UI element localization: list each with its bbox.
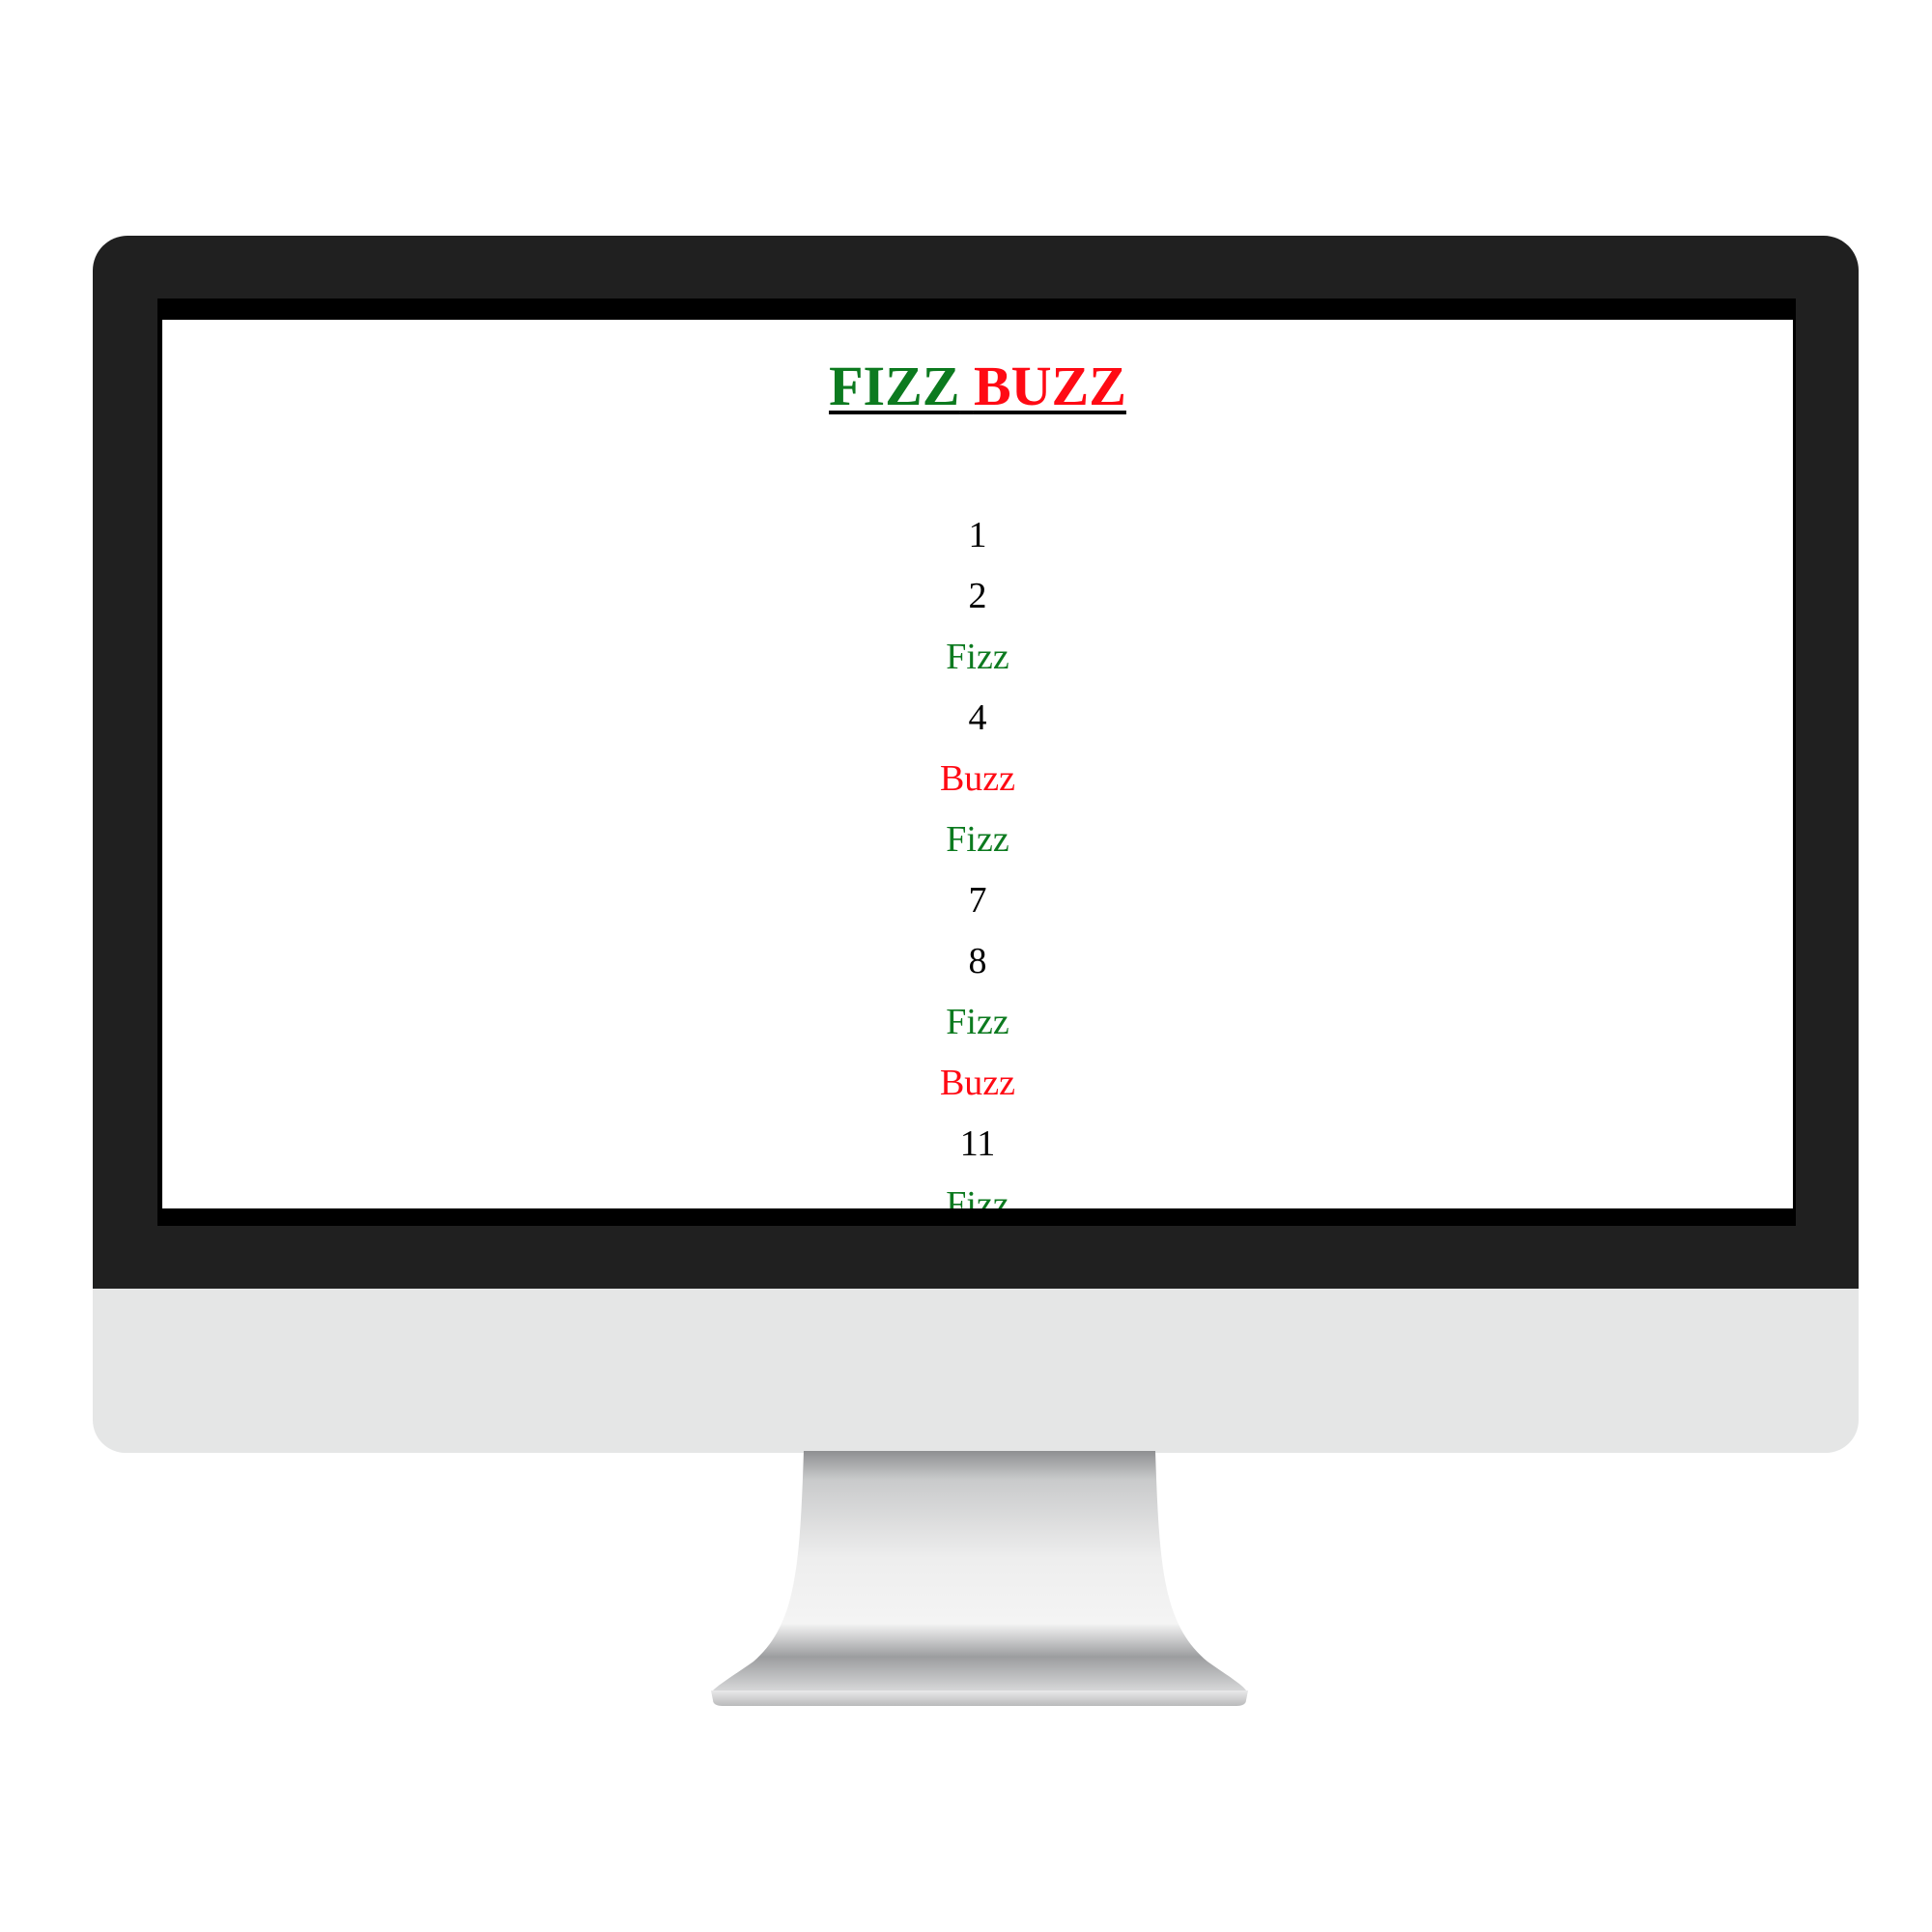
list-item-fizz: Fizz [946,1001,1009,1042]
list-item-number: 4 [968,696,987,738]
list-item-number: 1 [968,514,987,555]
monitor-chin [93,1289,1859,1453]
fizzbuzz-page: FIZZ BUZZ 1 2 Fizz 4 Buzz Fizz 7 8 Fizz … [162,320,1793,1208]
list-item-fizz: Fizz [946,818,1009,860]
fizzbuzz-list: 1 2 Fizz 4 Buzz Fizz 7 8 Fizz Buzz 11 Fi… [162,505,1793,1208]
list-item-fizz: Fizz [946,1183,1009,1208]
list-item-buzz: Buzz [939,1062,1016,1103]
list-item-number: 2 [968,575,987,616]
page-title: FIZZ BUZZ [829,353,1126,420]
list-item-number: 8 [968,940,987,981]
list-item-fizz: Fizz [946,636,1009,677]
monitor-mockup: FIZZ BUZZ 1 2 Fizz 4 Buzz Fizz 7 8 Fizz … [0,0,1932,1932]
title-buzz: BUZZ [973,355,1126,417]
monitor-stand [711,1451,1248,1706]
list-item-number: 7 [968,879,987,921]
screen-viewport: FIZZ BUZZ 1 2 Fizz 4 Buzz Fizz 7 8 Fizz … [162,320,1793,1208]
title-fizz: FIZZ [829,355,960,417]
list-item-buzz: Buzz [939,757,1016,799]
list-item-number: 11 [959,1122,996,1164]
